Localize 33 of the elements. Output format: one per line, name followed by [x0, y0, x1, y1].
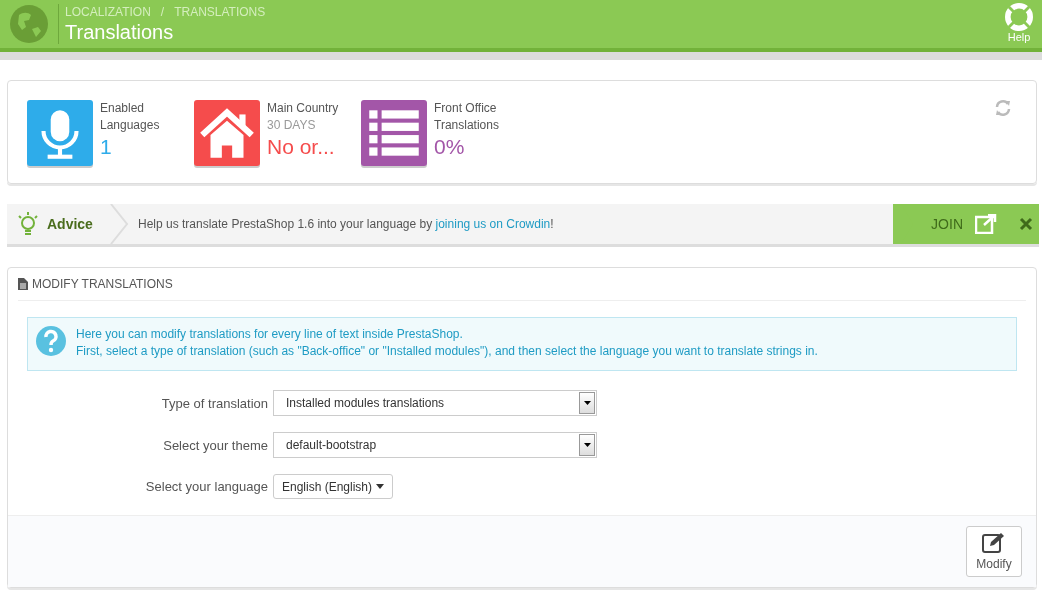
lightbulb-icon: [17, 211, 39, 237]
kpi-period: 30 DAYS: [267, 117, 317, 134]
advice-message: Help us translate PrestaShop 1.6 into your language by joining us on Crowdin!: [138, 217, 555, 231]
advice-title: Advice: [47, 216, 94, 232]
modify-button[interactable]: Modify: [966, 526, 1022, 577]
caret-icon: [583, 443, 591, 447]
field-label: Type of translation: [160, 395, 268, 411]
edit-icon: [982, 532, 1006, 554]
page-title: Translations: [65, 20, 175, 44]
panel-title: MODIFY TRANSLATIONS: [32, 277, 173, 291]
language-dropdown[interactable]: English (English): [273, 474, 394, 499]
breadcrumb-separator: /: [160, 4, 165, 19]
refresh-icon[interactable]: [994, 99, 1012, 117]
select-field[interactable]: default-bootstrap: [273, 432, 597, 458]
question-icon: [36, 326, 66, 356]
external-link-icon: [975, 214, 997, 234]
kpi-value: No or...: [267, 134, 336, 160]
document-icon: [18, 278, 28, 290]
kpi-label: Main Country: [267, 100, 339, 117]
info-text: First, select a type of translation (such as "Back-office" or "Installed modules"), and then select the language you want to translate strings in.: [76, 343, 818, 360]
kpi-value: 1: [100, 134, 113, 160]
field-label: Select your language: [144, 479, 268, 494]
close-icon[interactable]: [1019, 217, 1033, 231]
help-button[interactable]: Help: [1004, 3, 1042, 45]
kpi-value: 0%: [434, 134, 466, 160]
caret-icon: [583, 401, 591, 405]
kpi-label: Front Office Translations: [434, 100, 500, 134]
caret-icon: [376, 484, 385, 489]
kpi-label: Enabled Languages: [100, 100, 161, 134]
select-field[interactable]: Installed modules translations: [273, 390, 597, 416]
field-label: Select your theme: [162, 437, 268, 453]
info-text: Here you can modify translations for every line of text inside PrestaShop.: [76, 326, 464, 343]
globe-icon: [10, 5, 48, 43]
